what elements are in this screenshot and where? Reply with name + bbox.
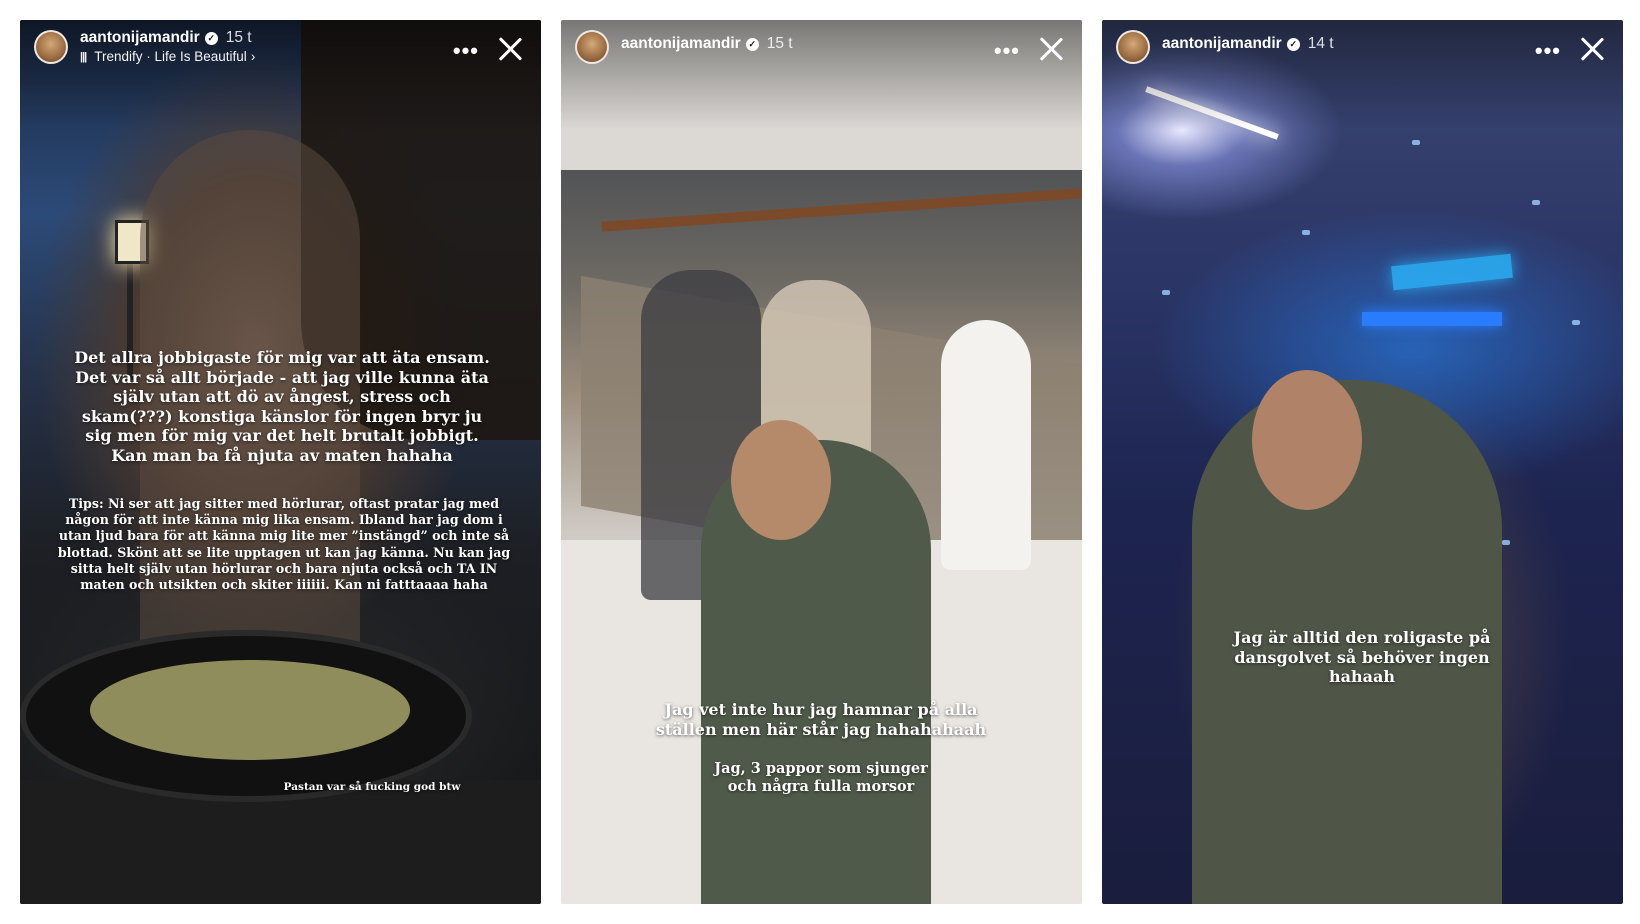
verified-badge-icon: ✓: [1286, 37, 1300, 51]
confetti: [1572, 320, 1580, 325]
story-header: aantonijamandir ✓ 14 t •••: [1116, 28, 1609, 68]
avatar[interactable]: [575, 30, 609, 64]
selfie-face: [1252, 370, 1362, 510]
music-attribution[interactable]: ||| Trendify · Life Is Beautiful ›: [80, 49, 255, 64]
avatar[interactable]: [1116, 30, 1150, 64]
story-caption-main: Jag är alltid den roligaste på dansgolve…: [1233, 628, 1491, 686]
story-timestamp: 15 t: [225, 29, 252, 46]
username[interactable]: aantonijamandir: [80, 29, 200, 47]
story-timestamp: 15 t: [766, 35, 793, 52]
confetti: [1412, 140, 1420, 145]
woman-white-dress: [941, 320, 1031, 570]
confetti: [1532, 200, 1540, 205]
verified-badge-icon: ✓: [745, 37, 759, 51]
close-icon[interactable]: [1038, 36, 1064, 62]
pasta-dish: [90, 660, 410, 760]
light-flare: [1145, 86, 1279, 140]
neon-sign: [1391, 253, 1513, 291]
bar-shelf: [601, 188, 1082, 232]
username[interactable]: aantonijamandir: [621, 35, 741, 53]
story-caption-footnote: Pastan var så fucking god btw: [283, 781, 461, 793]
story-timestamp: 14 t: [1307, 35, 1334, 52]
confetti: [1162, 290, 1170, 295]
close-icon[interactable]: [497, 36, 523, 62]
avatar[interactable]: [34, 30, 68, 64]
more-dots-icon[interactable]: •••: [994, 38, 1020, 64]
more-dots-icon[interactable]: •••: [1535, 38, 1561, 64]
chevron-right-icon: ›: [250, 49, 256, 64]
music-label: Trendify · Life Is Beautiful: [94, 49, 247, 64]
story-caption-main: Jag vet inte hur jag hamnar på alla stäl…: [655, 700, 987, 739]
story-meta: aantonijamandir ✓ 15 t ||| Trendify · Li…: [80, 28, 255, 64]
story-panel[interactable]: aantonijamandir ✓ 15 t ||| Trendify · Li…: [20, 20, 541, 904]
close-icon[interactable]: [1579, 36, 1605, 62]
story-panel[interactable]: aantonijamandir ✓ 15 t ••• Jag vet inte …: [561, 20, 1082, 904]
confetti: [1302, 230, 1310, 235]
story-meta: aantonijamandir ✓ 14 t: [1162, 28, 1334, 54]
story-caption-main: Det allra jobbigaste för mig var att äta…: [74, 348, 490, 465]
selfie-face: [731, 420, 831, 540]
username[interactable]: aantonijamandir: [1162, 35, 1282, 53]
neon-light-bar: [1362, 312, 1502, 326]
story-header: aantonijamandir ✓ 15 t ||| Trendify · Li…: [34, 28, 527, 68]
story-panel[interactable]: aantonijamandir ✓ 14 t ••• Jag är alltid…: [1102, 20, 1623, 904]
music-bars-icon: |||: [80, 50, 87, 63]
more-dots-icon[interactable]: •••: [453, 38, 479, 64]
story-header: aantonijamandir ✓ 15 t •••: [575, 28, 1068, 68]
story-caption-tips: Tips: Ni ser att jag sitter med hörlurar…: [57, 496, 511, 593]
story-caption-sub: Jag, 3 pappor som sjunger och några full…: [714, 760, 928, 795]
verified-badge-icon: ✓: [204, 31, 218, 45]
confetti: [1502, 540, 1510, 545]
story-meta: aantonijamandir ✓ 15 t: [621, 28, 793, 54]
